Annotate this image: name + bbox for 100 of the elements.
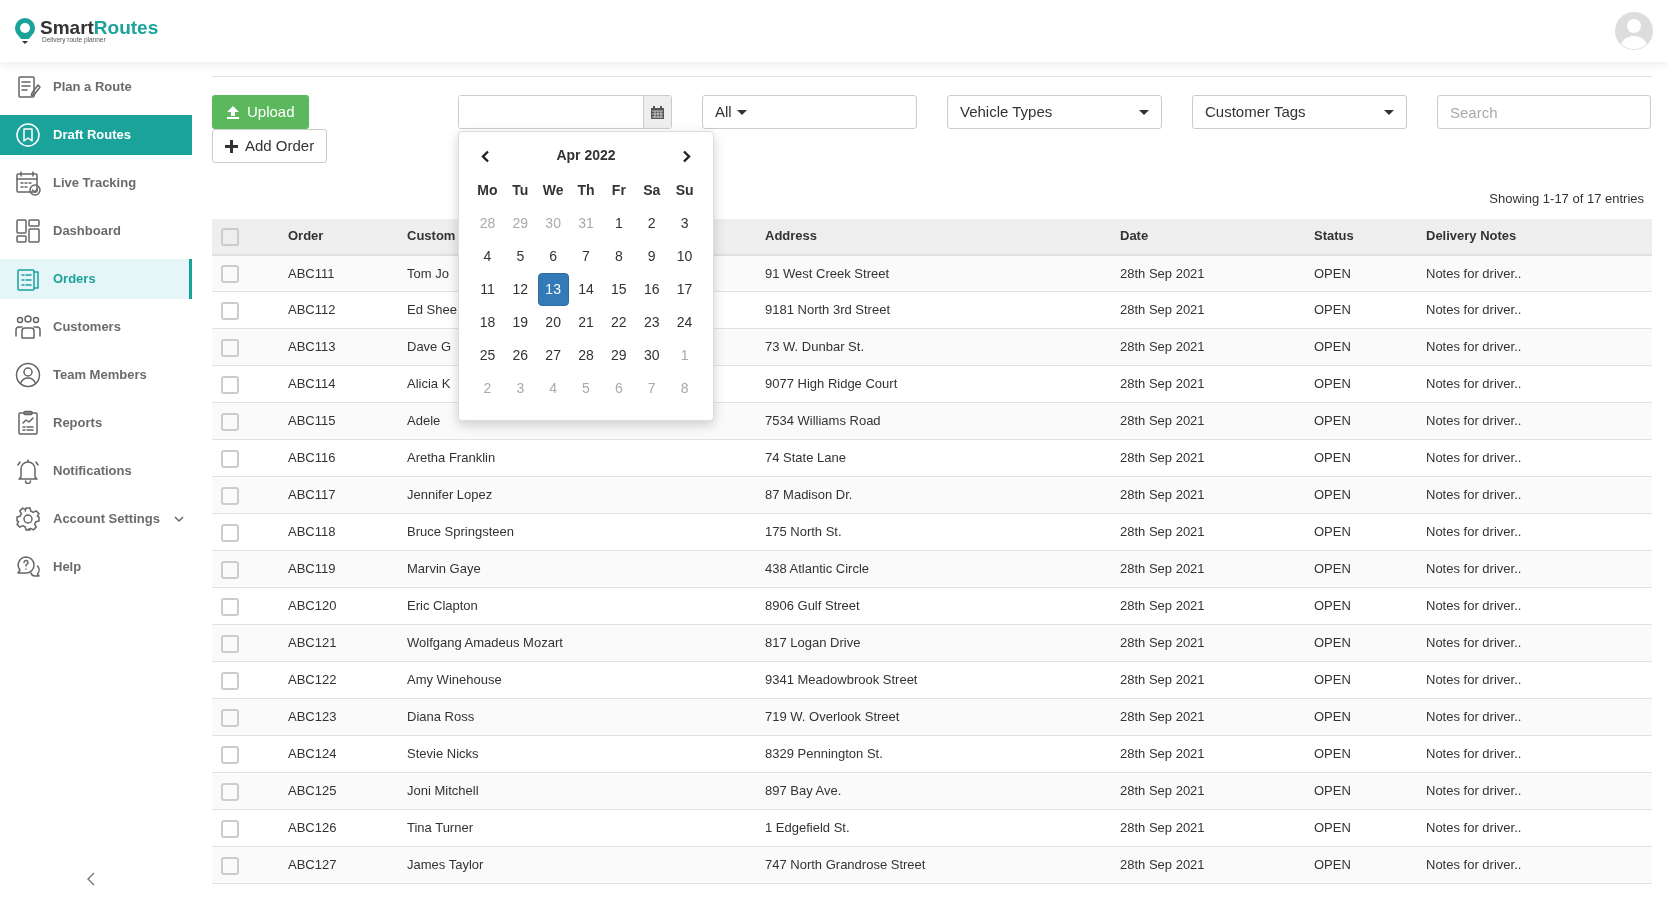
calendar-day[interactable]: 17 xyxy=(668,272,701,306)
weekday-label: Mo xyxy=(476,180,499,200)
row-checkbox[interactable] xyxy=(221,597,239,616)
row-checkbox[interactable] xyxy=(221,412,239,431)
table-cell: 9077 High Ridge Court xyxy=(765,376,898,392)
table-cell: OPEN xyxy=(1314,524,1351,540)
calendar-icon xyxy=(651,105,664,119)
table-cell: ABC117 xyxy=(288,487,336,503)
status-filter-dropdown[interactable]: All xyxy=(702,95,917,129)
calendar-day[interactable]: 30 xyxy=(635,338,669,372)
table-cell: 73 W. Dunbar St. xyxy=(765,339,864,355)
user-avatar-icon[interactable] xyxy=(1614,11,1654,51)
calendar-day[interactable]: 27 xyxy=(536,338,570,372)
calendar-day[interactable]: 21 xyxy=(569,305,603,339)
row-checkbox[interactable] xyxy=(221,708,239,727)
sidebar-item[interactable]: Reports xyxy=(0,403,192,443)
table-cell: ABC119 xyxy=(288,561,336,577)
table-cell: ABC111 xyxy=(288,265,335,281)
calendar-day[interactable]: 19 xyxy=(503,305,537,339)
table-cell: Notes for driver.. xyxy=(1426,598,1522,614)
calendar-day[interactable]: 25 xyxy=(471,338,504,372)
table-cell: OPEN xyxy=(1314,746,1351,762)
calendar-day[interactable]: 18 xyxy=(471,305,504,339)
table-cell: OPEN xyxy=(1314,783,1351,799)
calendar-day[interactable]: 22 xyxy=(602,305,636,339)
sidebar-item[interactable]: Help xyxy=(0,547,192,587)
table-cell: 28th Sep 2021 xyxy=(1120,820,1205,836)
table-cell: 9341 Meadowbrook Street xyxy=(765,672,918,688)
row-checkbox[interactable] xyxy=(221,301,239,320)
calendar-day[interactable]: 3 xyxy=(668,206,701,240)
row-checkbox[interactable] xyxy=(221,745,239,764)
sidebar-item[interactable]: Customers xyxy=(0,307,192,347)
sidebar-item[interactable]: Plan a Route xyxy=(0,67,192,107)
calendar-day[interactable]: 11 xyxy=(471,272,504,306)
calendar-day[interactable]: 14 xyxy=(569,272,603,306)
row-checkbox[interactable] xyxy=(221,486,239,505)
calendar-day[interactable]: 29 xyxy=(602,338,636,372)
column-header: Order xyxy=(288,228,324,244)
chevron-right-icon xyxy=(682,150,691,164)
row-checkbox[interactable] xyxy=(221,671,239,690)
row-checkbox[interactable] xyxy=(221,856,239,875)
row-checkbox[interactable] xyxy=(221,338,239,357)
sidebar-item[interactable]: Live Tracking xyxy=(0,163,192,203)
table-cell: 28th Sep 2021 xyxy=(1120,709,1205,725)
calendar-day[interactable]: 9 xyxy=(635,239,669,273)
row-checkbox[interactable] xyxy=(221,449,239,468)
calendar-button[interactable] xyxy=(643,96,671,128)
table-cell: 9181 North 3rd Street xyxy=(765,302,891,318)
table-cell: ABC112 xyxy=(288,302,336,318)
calendar-day[interactable]: 2 xyxy=(635,206,669,240)
row-checkbox[interactable] xyxy=(221,265,239,284)
calendar-day[interactable]: 15 xyxy=(602,272,636,306)
month-title[interactable]: Apr 2022 xyxy=(556,145,616,167)
calendar-day[interactable]: 12 xyxy=(503,272,537,306)
sidebar-item[interactable]: Account Settings xyxy=(0,499,192,539)
search-field[interactable]: Search xyxy=(1437,95,1651,129)
table-cell: OPEN xyxy=(1314,302,1351,318)
row-checkbox[interactable] xyxy=(221,634,239,653)
calendar-day[interactable]: 4 xyxy=(471,239,504,273)
calendar-day[interactable]: 20 xyxy=(536,305,570,339)
calendar-day[interactable]: 13 xyxy=(537,272,569,306)
table-cell: ABC122 xyxy=(288,672,337,688)
table-cell: Alicia K xyxy=(407,376,451,392)
select-all-checkbox[interactable] xyxy=(221,227,239,246)
table-cell: Notes for driver.. xyxy=(1426,857,1522,873)
table-cell: 74 State Lane xyxy=(765,450,846,466)
table-cell: Notes for driver.. xyxy=(1426,709,1522,725)
upload-icon xyxy=(226,104,240,120)
table-cell: 28th Sep 2021 xyxy=(1120,783,1205,799)
row-checkbox[interactable] xyxy=(221,819,239,838)
row-checkbox[interactable] xyxy=(221,523,239,542)
calendar-day[interactable]: 16 xyxy=(635,272,669,306)
row-checkbox[interactable] xyxy=(221,782,239,801)
calendar-day[interactable]: 23 xyxy=(635,305,669,339)
calendar-day[interactable]: 10 xyxy=(668,239,701,273)
row-checkbox[interactable] xyxy=(221,560,239,579)
weekday-label: Th xyxy=(576,180,596,200)
table-cell: 438 Atlantic Circle xyxy=(765,561,870,577)
table-cell: OPEN xyxy=(1314,857,1351,873)
calendar-day[interactable]: 5 xyxy=(503,239,537,273)
table-cell: 28th Sep 2021 xyxy=(1120,746,1205,762)
table-cell: 28th Sep 2021 xyxy=(1120,487,1205,503)
calendar-day[interactable]: 24 xyxy=(668,305,701,339)
map-pin-logo-icon xyxy=(14,17,36,45)
calendar-day[interactable]: 8 xyxy=(602,239,636,273)
sidebar-item[interactable]: Notifications xyxy=(0,451,192,491)
calendar-day[interactable]: 6 xyxy=(536,239,570,273)
table-cell: Notes for driver.. xyxy=(1426,413,1522,429)
table-cell: ABC114 xyxy=(288,376,336,392)
calendar-day[interactable]: 26 xyxy=(503,338,537,372)
add-order-button[interactable]: Add Order xyxy=(212,129,328,163)
calendar-day[interactable]: 1 xyxy=(602,206,636,240)
vehicle-types-dropdown[interactable]: Vehicle Types xyxy=(947,95,1162,129)
calendar-day[interactable]: 7 xyxy=(569,239,603,273)
customer-tags-dropdown[interactable]: Customer Tags xyxy=(1192,95,1407,129)
row-checkbox[interactable] xyxy=(221,375,239,394)
calendar-day[interactable]: 28 xyxy=(569,338,603,372)
table-cell: OPEN xyxy=(1314,450,1351,466)
sidebar-item[interactable]: Dashboard xyxy=(0,211,192,251)
sidebar-item[interactable]: Team Members xyxy=(0,355,192,395)
